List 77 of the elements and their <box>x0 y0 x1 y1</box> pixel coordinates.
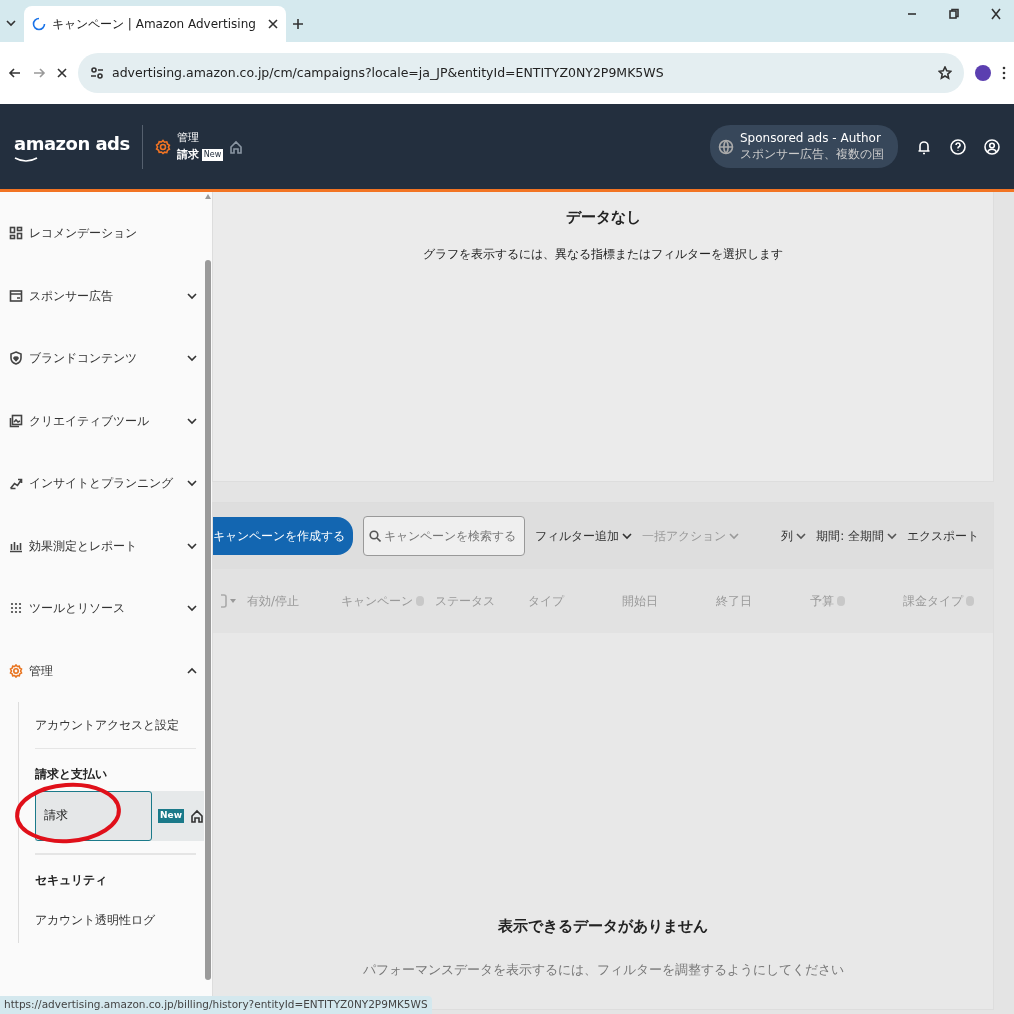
breadcrumb-link[interactable]: 管理 <box>176 130 199 147</box>
dropdown-menu-button[interactable]: 期間: 全期間 <box>816 527 897 545</box>
chevron-down-icon[interactable] <box>186 603 198 614</box>
image-icon <box>9 413 23 428</box>
gear-icon <box>154 138 171 155</box>
empty-chart-message: グラフを表示するには、異なる指標またはフィルターを選択します <box>422 245 784 263</box>
create-campaign-button[interactable]: キャンペーンを作成する <box>213 517 353 555</box>
section-heading: セキュリティ <box>35 872 108 889</box>
smile-icon <box>14 157 38 163</box>
stop-icon[interactable] <box>56 67 68 79</box>
sidebar-item[interactable]: ブランドコンテンツ <box>0 327 204 390</box>
sidebar-item[interactable]: レコメンデーション <box>0 202 204 265</box>
close-icon[interactable] <box>990 8 1002 20</box>
sidebar-item[interactable]: クリエイティブツール <box>0 389 204 452</box>
gear-icon <box>9 663 23 678</box>
address-bar[interactable]: advertising.amazon.co.jp/cm/campaigns?locale=ja_JP&entityId=ENTITYZ0NY2P9MK5WS <box>78 53 964 93</box>
restore-icon[interactable] <box>948 8 960 20</box>
sidebar-item[interactable]: インサイトとプランニング <box>0 452 204 515</box>
chevron-down-icon[interactable] <box>186 478 198 489</box>
chevron-down-icon[interactable] <box>186 353 198 364</box>
filter-menu[interactable]: フィルター追加 <box>535 527 632 545</box>
status-bar-url: https://advertising.amazon.co.jp/billing/history?entityId=ENTITYZ0NY2P9MK5WS <box>0 996 432 1014</box>
chevron-down-icon[interactable] <box>186 290 198 301</box>
new-badge: New <box>201 148 224 161</box>
scrollbar-thumb[interactable] <box>205 260 211 980</box>
grid-icon <box>9 226 23 241</box>
empty-table-title: 表示できるデータがありません <box>498 916 708 937</box>
new-tab-icon[interactable] <box>292 18 304 30</box>
trend-icon <box>9 476 23 491</box>
new-badge: New <box>158 809 184 823</box>
sidebar-item[interactable]: 管理 <box>0 639 204 702</box>
window-icon <box>9 288 23 303</box>
loading-icon <box>32 17 46 31</box>
logo[interactable]: amazon ads <box>14 130 130 157</box>
sidebar-item[interactable]: ツールとリソース <box>0 577 204 640</box>
back-icon[interactable] <box>8 66 22 80</box>
dropdown-menu-button[interactable]: 列 <box>781 527 807 545</box>
shield-icon <box>9 351 23 366</box>
chevron-down-icon[interactable] <box>186 415 198 426</box>
chevron-down-icon[interactable] <box>186 540 198 551</box>
forward-icon[interactable] <box>32 66 46 80</box>
search-field[interactable]: キャンペーンを検索する <box>363 516 525 556</box>
star-icon[interactable] <box>938 66 952 80</box>
bell-icon[interactable] <box>916 138 932 155</box>
url-text: advertising.amazon.co.jp/cm/campaigns?locale=ja_JP&entityId=ENTITYZ0NY2P9MK5WS <box>112 63 665 82</box>
chevron-down-icon <box>796 532 807 540</box>
globe-icon <box>718 138 734 155</box>
home-icon[interactable] <box>190 809 204 823</box>
submenu-item[interactable]: アカウントアクセスと設定 <box>35 702 196 748</box>
tab-title: キャンペーン | Amazon Advertising <box>52 16 257 33</box>
sidebar-item[interactable]: スポンサー広告 <box>0 264 204 327</box>
close-icon[interactable] <box>268 19 278 29</box>
help-icon[interactable] <box>950 138 966 155</box>
profile-icon[interactable] <box>984 138 1000 155</box>
empty-table-message: パフォーマンスデータを表示するには、フィルターを調整するようにしてください <box>362 960 844 979</box>
export-button[interactable]: エクスポート <box>907 527 979 545</box>
home-icon[interactable] <box>229 139 244 154</box>
account-scope: スポンサー広告、複数の国 <box>740 146 884 163</box>
section-heading: 請求と支払い <box>35 766 108 783</box>
empty-chart-title: データなし <box>564 207 642 228</box>
select-all-checkbox[interactable] <box>220 594 227 608</box>
chevron-up-icon[interactable] <box>186 665 198 676</box>
sidebar-item[interactable]: 効果測定とレポート <box>0 514 204 577</box>
chevron-down-icon <box>887 532 897 540</box>
site-info-icon[interactable] <box>90 66 104 80</box>
breadcrumb-current: 請求 <box>176 146 199 163</box>
account-switcher[interactable]: Sponsored ads - Author スポンサー広告、複数の国 <box>710 124 898 169</box>
submenu-item[interactable]: アカウント透明性ログ <box>35 897 196 943</box>
search-icon <box>369 530 381 542</box>
dots-grid-icon <box>9 601 23 616</box>
chevron-down-icon <box>622 532 632 540</box>
submenu-item[interactable]: 請求 <box>35 791 153 841</box>
more-icon[interactable] <box>1002 66 1006 80</box>
account-name: Sponsored ads - Author <box>740 130 882 147</box>
browser-tab[interactable]: キャンペーン | Amazon Advertising <box>24 6 286 42</box>
chevron-down-icon <box>729 532 739 540</box>
avatar-icon[interactable] <box>974 64 992 82</box>
